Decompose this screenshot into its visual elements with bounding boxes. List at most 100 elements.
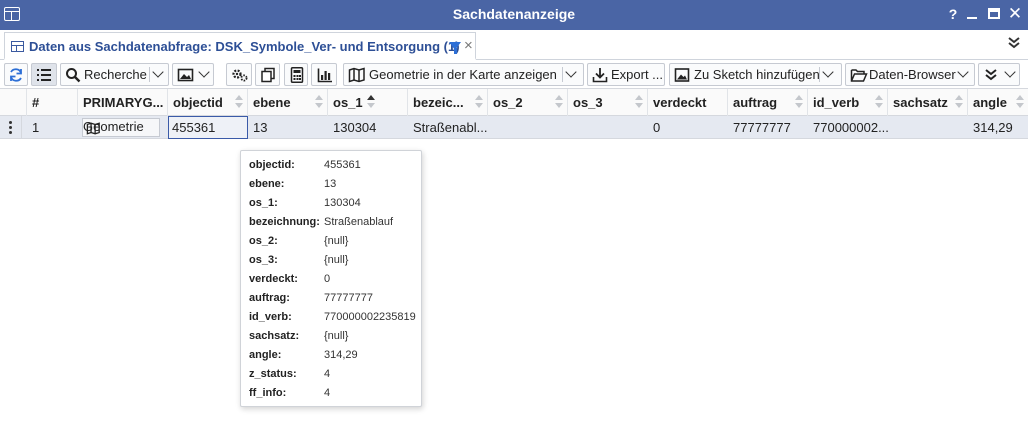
recherche-button[interactable]: Recherche <box>60 63 169 86</box>
filter-icon[interactable] <box>449 42 461 54</box>
cell-value: 0 <box>653 120 661 135</box>
maximize-button[interactable] <box>985 5 1003 23</box>
column-header-os-2[interactable]: os_2 <box>488 89 568 116</box>
sort-icon[interactable] <box>475 95 483 109</box>
more-tools-button[interactable] <box>978 63 1020 86</box>
cell-value: 130304 <box>333 120 377 135</box>
column-header-verdeckt[interactable]: verdeckt <box>648 89 728 116</box>
image-icon <box>674 68 690 82</box>
column-header-auftrag[interactable]: auftrag <box>728 89 808 116</box>
column-header-label: bezeic... <box>413 95 464 110</box>
numbered-list-icon <box>37 69 51 81</box>
column-header-label: os_1 <box>333 95 363 110</box>
image-menu-button[interactable] <box>172 63 214 86</box>
column-header-id-verb[interactable]: id_verb <box>808 89 888 116</box>
cell-os-2[interactable] <box>488 116 568 139</box>
column-header-label: verdeckt <box>653 95 707 110</box>
tooltip-value: 314,29 <box>324 349 358 361</box>
cell-ebene[interactable]: 13 <box>248 116 328 139</box>
column-header-label: PRIMARYG... <box>83 95 164 110</box>
export-button[interactable]: Export ... <box>587 63 665 86</box>
minimize-button[interactable] <box>963 5 981 23</box>
record-tooltip: objectid: 455361 ebene: 13 os_1: 130304 bez… <box>240 150 422 407</box>
column-header-index[interactable]: # <box>27 89 78 116</box>
cell-os-3[interactable] <box>568 116 648 139</box>
geometrie-button[interactable]: Geometrie <box>82 118 160 137</box>
sketch-button[interactable]: Zu Sketch hinzufügen <box>669 63 842 86</box>
statistics-button[interactable] <box>311 63 337 86</box>
refresh-button[interactable] <box>4 63 28 86</box>
sort-icon[interactable] <box>315 95 323 109</box>
sort-icon[interactable] <box>955 95 963 109</box>
column-header-angle[interactable]: angle <box>968 89 1028 116</box>
cell-sachsatz[interactable] <box>888 116 968 139</box>
column-header-label: sachsatz <box>893 95 948 110</box>
column-header-os-1[interactable]: os_1 <box>328 89 408 116</box>
chevron-down-icon[interactable] <box>822 66 834 78</box>
table-row[interactable]: 1 Geometrie 455361 13 130304 Straßenabl.… <box>0 116 1028 139</box>
tooltip-value: 770000002235819 <box>324 311 416 323</box>
copy-button[interactable] <box>255 63 280 86</box>
row-menu-button[interactable] <box>0 116 22 139</box>
column-header-label: angle <box>973 95 1007 110</box>
gears-icon <box>232 69 248 82</box>
sort-icon[interactable] <box>635 95 643 109</box>
cell-auftrag[interactable]: 77777777 <box>728 116 808 139</box>
column-header-primaryg[interactable]: PRIMARYG... <box>78 89 168 116</box>
sort-ascending-icon[interactable] <box>367 95 375 109</box>
tooltip-key: os_2: <box>249 235 278 247</box>
column-header-ebene[interactable]: ebene <box>248 89 328 116</box>
chevron-down-icon[interactable] <box>198 66 210 78</box>
sort-icon[interactable] <box>875 95 883 109</box>
chevron-down-icon[interactable] <box>152 66 164 78</box>
tooltip-value: 13 <box>324 178 337 190</box>
copy-icon <box>261 67 275 83</box>
map-icon <box>86 122 100 135</box>
column-header-objectid[interactable]: objectid <box>168 89 248 116</box>
close-window-button[interactable]: ✕ <box>1006 5 1024 23</box>
help-button[interactable]: ? <box>944 5 962 23</box>
cell-id-verb[interactable]: 770000002... <box>808 116 889 139</box>
chevron-down-icon[interactable] <box>1004 66 1016 78</box>
column-header-sachsatz[interactable]: sachsatz <box>888 89 968 116</box>
tooltip-key: bezeichnung: <box>249 216 320 228</box>
sketch-label: Zu Sketch hinzufügen <box>694 67 820 82</box>
column-header-os-3[interactable]: os_3 <box>568 89 648 116</box>
tooltip-value: {null} <box>324 254 349 266</box>
cell-index[interactable]: 1 <box>27 116 78 139</box>
tab-close-button[interactable]: × <box>464 37 473 54</box>
cell-angle[interactable]: 314,29 <box>968 116 1028 139</box>
column-header-bezeichnung[interactable]: bezeic... <box>408 89 488 116</box>
tooltip-key: ff_info: <box>249 387 287 399</box>
settings-button[interactable] <box>226 63 252 86</box>
sort-icon[interactable] <box>1016 95 1024 109</box>
separator <box>562 67 563 82</box>
geometrie-anzeigen-button[interactable]: Geometrie in der Karte anzeigen <box>343 63 584 86</box>
header-rowmenu <box>0 89 27 116</box>
refresh-icon <box>10 68 22 82</box>
tooltip-key: sachsatz: <box>249 330 300 342</box>
column-header-label: # <box>32 95 40 110</box>
tooltip-key: angle: <box>249 349 282 361</box>
sort-icon[interactable] <box>235 95 243 109</box>
calculator-button[interactable] <box>284 63 308 86</box>
cell-objectid[interactable]: 455361 <box>168 116 248 139</box>
cell-os-1[interactable]: 130304 <box>328 116 408 139</box>
list-view-button[interactable] <box>31 63 57 86</box>
map-icon <box>348 67 365 83</box>
tab-sachdatenabfrage[interactable]: Daten aus Sachdatenabfrage: DSK_Symbole_… <box>4 32 476 60</box>
sort-icon[interactable] <box>795 95 803 109</box>
daten-browser-button[interactable]: Daten-Browser <box>845 63 975 86</box>
cell-value: 770000002... <box>813 120 889 135</box>
dot <box>9 121 12 124</box>
chevron-down-icon[interactable] <box>957 66 969 78</box>
chevron-double-down-icon[interactable] <box>1007 36 1021 54</box>
column-header-label: ebene <box>253 95 291 110</box>
window-title: Sachdatenanzeige <box>452 6 576 22</box>
cell-bezeichnung[interactable]: Straßenabl... <box>408 116 488 139</box>
cell-verdeckt[interactable]: 0 <box>648 116 728 139</box>
tooltip-value: {null} <box>324 235 349 247</box>
sort-icon[interactable] <box>555 95 563 109</box>
chevron-down-icon[interactable] <box>565 66 577 78</box>
search-icon <box>66 68 81 83</box>
